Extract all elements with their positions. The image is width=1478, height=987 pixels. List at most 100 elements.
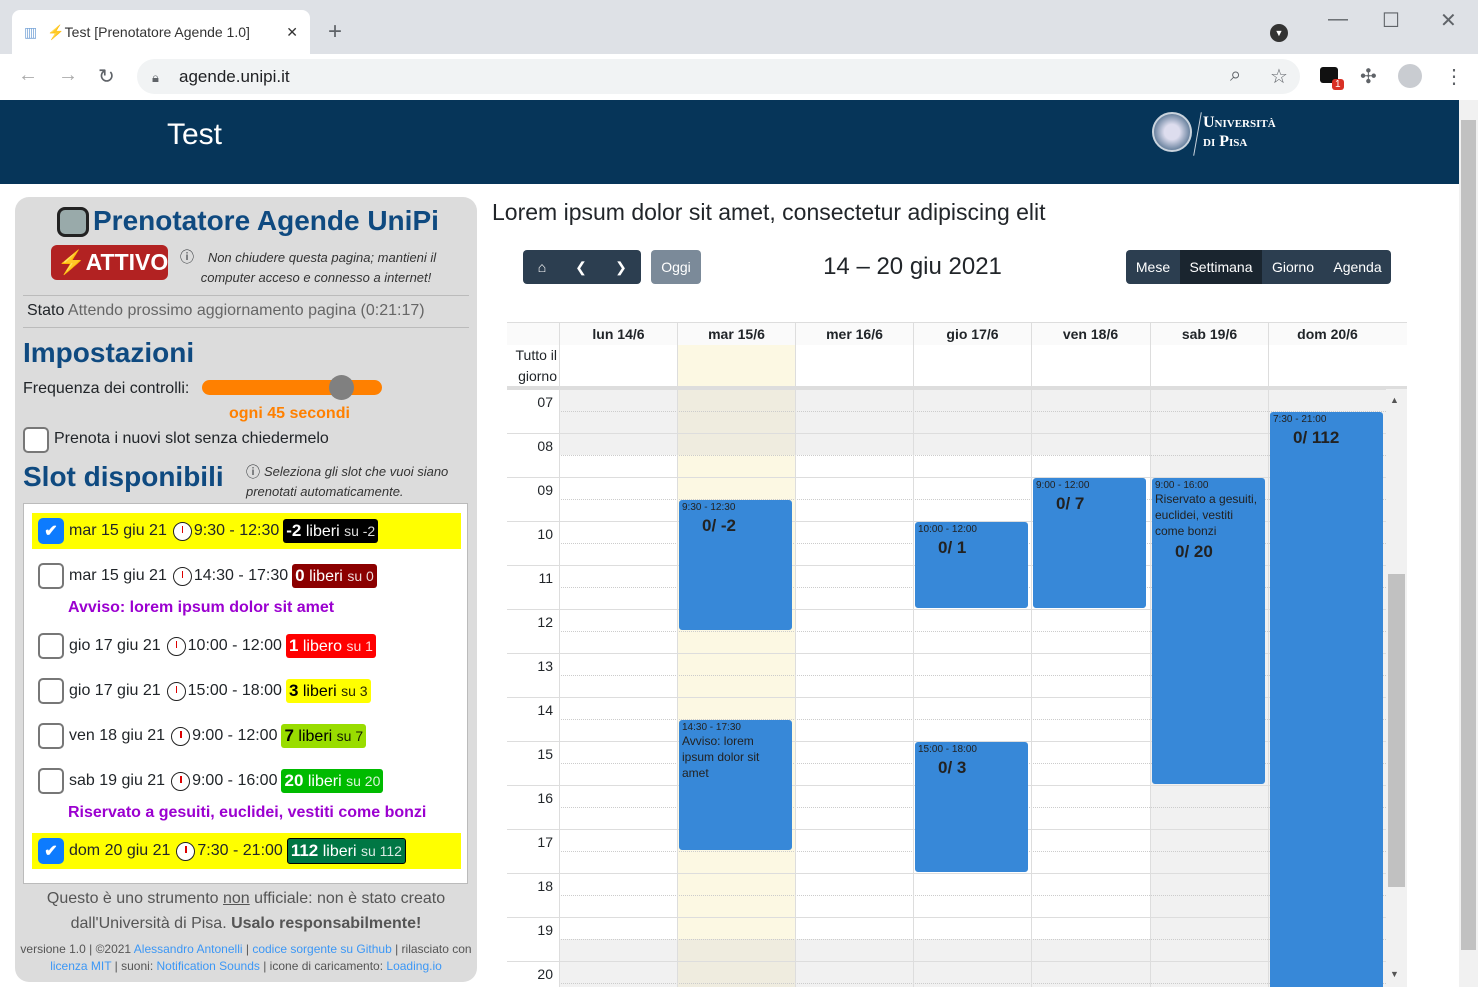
day-header[interactable]: dom 20/6 [1268, 323, 1386, 345]
event-count: 0/ 112 [1293, 428, 1340, 447]
calendar-event[interactable]: 9:00 - 12:00 0/ 7 [1033, 478, 1146, 608]
event-time: 7:30 - 21:00 [1273, 414, 1327, 425]
maximize-icon[interactable]: ☐ [1382, 8, 1400, 33]
today-button[interactable]: Oggi [651, 250, 701, 284]
site-title: Test [167, 118, 223, 151]
event-time: 10:00 - 12:00 [918, 524, 977, 535]
hour-label: 10 [537, 526, 553, 542]
status-badge: ⚡ATTIVO [51, 245, 168, 280]
hour-label: 07 [537, 394, 553, 410]
divider [23, 295, 469, 296]
robot-icon [57, 207, 89, 237]
calendar-scrollbar[interactable]: ▲ ▼ [1386, 389, 1407, 987]
event-time: 15:00 - 18:00 [918, 744, 977, 755]
zoom-icon[interactable]: ⌕ [1230, 64, 1241, 87]
new-tab-icon[interactable]: + [328, 18, 342, 46]
menu-icon[interactable]: ⋮ [1444, 64, 1464, 89]
event-time: 9:00 - 12:00 [1036, 480, 1090, 491]
view-week-button[interactable]: Settimana [1180, 250, 1262, 284]
column-line [795, 389, 796, 987]
app-title: Prenotatore Agende UniPi [93, 205, 439, 236]
state-line: Stato Attendo prossimo aggiornamento pag… [27, 302, 425, 319]
page-scrollbar[interactable] [1459, 100, 1478, 987]
hour-label: 08 [537, 438, 553, 454]
day-header[interactable]: lun 14/6 [559, 323, 677, 345]
hour-label: 09 [537, 482, 553, 498]
calendar-event[interactable]: 9:00 - 16:00 Riservato a gesuiti, euclide… [1152, 478, 1265, 784]
calendar-event[interactable]: 14:30 - 17:30 Avviso: lorem ipsum dolor s… [679, 720, 792, 850]
column-line [1268, 389, 1269, 987]
day-header[interactable]: ven 18/6 [1031, 323, 1149, 345]
close-tab-icon[interactable]: ✕ [286, 24, 298, 41]
bolt-icon: ⚡ [57, 249, 86, 275]
view-agenda-button[interactable]: Agenda [1324, 250, 1391, 284]
half-hour-line [559, 411, 1386, 412]
column-line [913, 389, 914, 987]
tab-title: Test [Prenotatore Agende 1.0] [64, 24, 250, 40]
event-count: 0/ 20 [1175, 542, 1213, 561]
bookmark-star-icon[interactable]: ☆ [1270, 64, 1288, 89]
day-header[interactable]: sab 19/6 [1150, 323, 1268, 345]
hour-label: 19 [537, 922, 553, 938]
half-hour-line [559, 939, 1386, 940]
browser-tab[interactable]: ▥ ⚡ Test [Prenotatore Agende 1.0] ✕ [12, 10, 310, 54]
profile-avatar[interactable] [1398, 64, 1422, 88]
day-header[interactable]: gio 17/6 [913, 323, 1031, 345]
home-button[interactable]: ⌂ [523, 250, 561, 284]
hour-label: 13 [537, 658, 553, 674]
url-text: agende.unipi.it [179, 67, 290, 86]
calendar-event[interactable]: 9:30 - 12:30 0/ -2 [679, 500, 792, 630]
hour-label: 14 [537, 702, 553, 718]
calendar-event[interactable]: 7:30 - 21:00 0/ 112 [1270, 412, 1383, 987]
chevron-right-icon: ❯ [615, 258, 627, 275]
hour-label: 16 [537, 790, 553, 806]
calendar-event[interactable]: 15:00 - 18:00 0/ 3 [915, 742, 1028, 872]
hour-label: 15 [537, 746, 553, 762]
extension-badge: 1 [1332, 79, 1344, 90]
column-line [677, 389, 678, 987]
minimize-icon[interactable]: — [1328, 8, 1348, 31]
event-count: 0/ 7 [1056, 494, 1085, 513]
back-icon[interactable]: ← [18, 64, 38, 87]
column-line [1031, 389, 1032, 987]
page-icon: ▥ [24, 23, 38, 40]
event-description: Avviso: lorem ipsum dolor sit amet [682, 734, 760, 780]
day-header[interactable]: mer 16/6 [795, 323, 913, 345]
column-line [1150, 389, 1151, 987]
reload-icon[interactable]: ↻ [98, 64, 115, 89]
day-header[interactable]: mar 15/6 [677, 323, 795, 345]
close-window-icon[interactable]: ✕ [1440, 8, 1457, 33]
column-line [559, 389, 560, 987]
all-day-label: Tutto il giorno [515, 347, 558, 384]
hour-label: 20 [537, 966, 553, 982]
puzzle-icon[interactable]: ✣ [1360, 64, 1377, 89]
date-range: 14 – 20 giu 2021 [823, 253, 1002, 280]
bolt-icon: ⚡ [47, 23, 65, 40]
forward-icon[interactable]: → [58, 64, 78, 87]
university-seal-icon [1152, 112, 1192, 152]
calendar-event[interactable]: 10:00 - 12:00 0/ 1 [915, 522, 1028, 608]
event-count: 0/ 1 [938, 538, 967, 557]
keep-open-note: Non chiudere questa pagina; mantieni il … [200, 250, 437, 285]
home-icon: ⌂ [537, 259, 547, 275]
event-time: 14:30 - 17:30 [682, 722, 741, 733]
event-count: 0/ 3 [938, 758, 967, 777]
hour-label: 11 [538, 570, 553, 586]
event-count: 0/ -2 [702, 516, 737, 535]
event-time: 9:00 - 16:00 [1155, 480, 1209, 491]
view-day-button[interactable]: Giorno [1262, 250, 1324, 284]
lock-icon: 🔒︎ [152, 70, 159, 85]
event-description: Riservato a gesuiti, euclidei, vestiti c… [1155, 492, 1258, 538]
settings-title: Impostazioni [23, 337, 195, 368]
tab-search-icon[interactable]: ▼ [1270, 24, 1288, 42]
divider [23, 327, 469, 328]
next-button[interactable]: ❯ [601, 250, 641, 284]
view-month-button[interactable]: Mese [1126, 250, 1180, 284]
half-hour-line [559, 455, 1386, 456]
half-hour-line [559, 895, 1386, 896]
address-bar[interactable]: agende.unipi.it [137, 59, 1300, 94]
chevron-left-icon: ❮ [575, 258, 587, 275]
hour-label: 17 [537, 834, 553, 850]
hour-label: 12 [537, 614, 553, 630]
prev-button[interactable]: ❮ [561, 250, 601, 284]
